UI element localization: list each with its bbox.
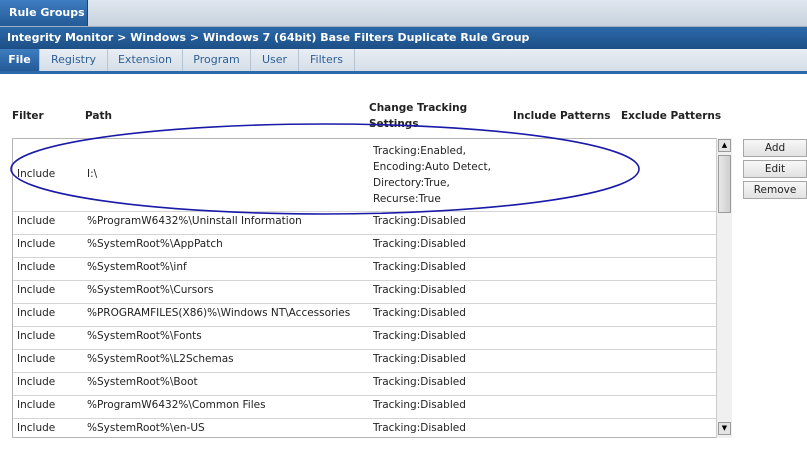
row-settings: Tracking:Disabled xyxy=(373,422,466,434)
tab-user[interactable]: User xyxy=(251,49,299,71)
row-settings-line: Tracking:Enabled, xyxy=(373,145,467,157)
row-settings: Tracking:Disabled xyxy=(373,284,466,296)
row-settings: Tracking:Disabled xyxy=(373,261,466,273)
scrollbar-thumb[interactable] xyxy=(718,155,731,213)
sub-tab-bar: File Registry Extension Program User Fil… xyxy=(0,49,807,74)
row-settings: Tracking:Disabled xyxy=(373,399,466,411)
row-filter: Include xyxy=(17,422,56,434)
row-settings: Tracking:Disabled xyxy=(373,307,466,319)
breadcrumb: Integrity Monitor > Windows > Windows 7 … xyxy=(0,27,807,49)
row-path: %SystemRoot%\Fonts xyxy=(87,330,202,342)
table-row[interactable]: Include %SystemRoot%\inf Tracking:Disabled xyxy=(13,258,717,281)
row-path: I:\ xyxy=(87,168,98,180)
tab-file[interactable]: File xyxy=(0,49,40,71)
edit-button[interactable]: Edit xyxy=(743,160,807,178)
row-settings: Tracking:Disabled xyxy=(373,376,466,388)
row-path: %SystemRoot%\L2Schemas xyxy=(87,353,234,365)
remove-button[interactable]: Remove xyxy=(743,181,807,199)
row-path: %SystemRoot%\inf xyxy=(87,261,187,273)
table-row[interactable]: Include %SystemRoot%\L2Schemas Tracking:Di… xyxy=(13,350,717,373)
table-row[interactable]: Include I:\ Tracking:Enabled, Encoding:A… xyxy=(13,139,717,212)
table-row[interactable]: Include %ProgramW6432%\Common Files Tracki… xyxy=(13,396,717,419)
row-path: %ProgramW6432%\Common Files xyxy=(87,399,266,411)
table-row[interactable]: Include %ProgramW6432%\Uninstall Informat… xyxy=(13,212,717,235)
tab-filters[interactable]: Filters xyxy=(299,49,355,71)
row-settings: Tracking:Enabled, Encoding:Auto Detect, … xyxy=(373,143,491,207)
top-tab-bar: Rule Groups xyxy=(0,0,807,27)
row-filter: Include xyxy=(17,330,56,342)
tab-registry[interactable]: Registry xyxy=(40,49,108,71)
row-filter: Include xyxy=(17,353,56,365)
table-row[interactable]: Include %SystemRoot%\en-US Tracking:Disabl… xyxy=(13,419,717,437)
row-path: %ProgramW6432%\Uninstall Information xyxy=(87,215,302,227)
column-header-exclude-patterns[interactable]: Exclude Patterns xyxy=(621,108,721,124)
row-filter: Include xyxy=(17,284,56,296)
row-settings-line: Recurse:True xyxy=(373,193,441,205)
row-filter: Include xyxy=(17,261,56,273)
row-filter: Include xyxy=(17,168,56,180)
row-settings-line: Encoding:Auto Detect, xyxy=(373,161,491,173)
row-path: %SystemRoot%\Cursors xyxy=(87,284,214,296)
vertical-scrollbar[interactable]: ▲ ▼ xyxy=(716,138,732,438)
column-header-include-patterns[interactable]: Include Patterns xyxy=(513,108,611,124)
row-filter: Include xyxy=(17,215,56,227)
tab-rule-groups[interactable]: Rule Groups xyxy=(0,0,88,26)
table-row[interactable]: Include %SystemRoot%\Boot Tracking:Disable… xyxy=(13,373,717,396)
row-filter: Include xyxy=(17,238,56,250)
column-header-change-tracking-line2: Settings xyxy=(369,118,419,130)
row-filter: Include xyxy=(17,307,56,319)
table-row[interactable]: Include %SystemRoot%\AppPatch Tracking:Dis… xyxy=(13,235,717,258)
row-path: %PROGRAMFILES(X86)%\Windows NT\Accessori… xyxy=(87,307,351,319)
column-header-filter[interactable]: Filter xyxy=(12,108,44,124)
tab-extension[interactable]: Extension xyxy=(108,49,183,71)
row-path: %SystemRoot%\en-US xyxy=(87,422,205,434)
row-settings-line: Directory:True, xyxy=(373,177,450,189)
row-path: %SystemRoot%\AppPatch xyxy=(87,238,223,250)
table-row[interactable]: Include %SystemRoot%\Fonts Tracking:Disabl… xyxy=(13,327,717,350)
scroll-down-arrow-icon[interactable]: ▼ xyxy=(718,422,731,435)
scroll-up-arrow-icon[interactable]: ▲ xyxy=(718,139,731,152)
add-button[interactable]: Add xyxy=(743,139,807,157)
table-row[interactable]: Include %SystemRoot%\Cursors Tracking:Disa… xyxy=(13,281,717,304)
row-settings: Tracking:Disabled xyxy=(373,215,466,227)
table-row[interactable]: Include %PROGRAMFILES(X86)%\Windows NT\Ac… xyxy=(13,304,717,327)
column-header-change-tracking-line1: Change Tracking xyxy=(369,102,468,114)
column-header-path[interactable]: Path xyxy=(85,108,112,124)
row-settings: Tracking:Disabled xyxy=(373,353,466,365)
column-header-change-tracking[interactable]: Change Tracking Settings xyxy=(369,100,467,132)
tab-program[interactable]: Program xyxy=(183,49,251,71)
row-filter: Include xyxy=(17,376,56,388)
row-settings: Tracking:Disabled xyxy=(373,330,466,342)
file-rules-grid: Include I:\ Tracking:Enabled, Encoding:A… xyxy=(12,138,732,438)
row-filter: Include xyxy=(17,399,56,411)
row-path: %SystemRoot%\Boot xyxy=(87,376,198,388)
row-settings: Tracking:Disabled xyxy=(373,238,466,250)
